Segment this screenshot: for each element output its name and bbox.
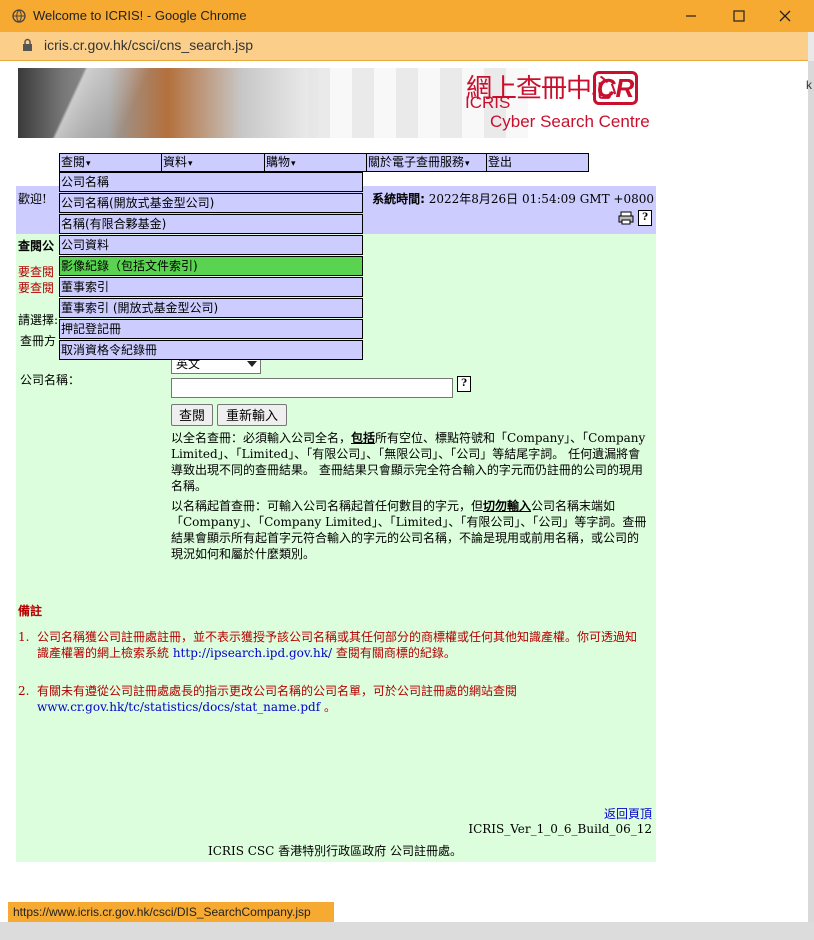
banner-subtitle: Cyber Search Centre <box>490 112 650 131</box>
banner-icris: ICRIS <box>465 93 511 112</box>
remark-number: 1. <box>18 630 30 644</box>
menu-shopping-label: 購物 <box>266 155 291 169</box>
section-title: 查閱公 <box>18 239 55 253</box>
version-text: ICRIS_Ver_1_0_6_Build_06_12 <box>468 822 652 836</box>
background-window <box>808 61 814 940</box>
chevron-down-icon <box>247 361 257 367</box>
background-window-text: k <box>806 78 812 92</box>
stat-name-link[interactable]: www.cr.gov.hk/tc/statistics/docs/stat_na… <box>37 700 320 714</box>
ipsearch-link[interactable]: http://ipsearch.ipd.gov.hk/ <box>173 646 332 660</box>
chevron-down-icon: ▾ <box>188 159 193 169</box>
company-name-input[interactable] <box>171 378 453 398</box>
search-button[interactable]: 查閱 <box>171 404 213 426</box>
system-time-value: 2022年8月26日 01:54:09 GMT +0800 <box>428 192 654 206</box>
window-bottom-edge <box>0 922 814 940</box>
menu-about-label: 關於電子查冊服務 <box>368 155 465 169</box>
chevron-down-icon: ▾ <box>465 159 470 169</box>
welcome-text: 歡迎! <box>18 192 47 206</box>
dropdown-item-director-index-ofc[interactable]: 董事索引 (開放式基金型公司) <box>59 298 363 318</box>
note-emphasis: 包括 <box>351 431 376 445</box>
globe-icon <box>12 9 26 23</box>
remark-text: 。 <box>320 700 336 714</box>
menu-information-label: 資料 <box>163 155 188 169</box>
remark-2: 2. 有關未有遵從公司註冊處處長的指示更改公司名稱的公司名單，可於公司註冊處的網… <box>18 683 648 715</box>
url-text[interactable]: icris.cr.gov.hk/csci/cns_search.jsp <box>44 37 253 53</box>
remark-number: 2. <box>18 684 30 698</box>
choose-label: 請選擇: <box>18 313 59 327</box>
icris-banner: 網上查冊中心 ICRIS Cyber Search Centre CR <box>18 68 661 138</box>
printer-icon[interactable] <box>618 211 634 225</box>
footer-copyright: ICRIS CSC 香港特別行政區政府 公司註冊處。 <box>208 844 462 858</box>
menu-shopping[interactable]: 購物▾ <box>265 154 367 171</box>
chevron-down-icon: ▾ <box>86 159 91 169</box>
system-time: 系統時間: 2022年8月26日 01:54:09 GMT +0800 <box>372 190 654 207</box>
menu-search-label: 查閱 <box>61 155 86 169</box>
remark-1: 1. 公司名稱獲公司註冊處註冊，並不表示獲授予該公司名稱或其任何部分的商標權或任… <box>18 629 648 661</box>
note-text: 以全名查冊：必須輸入公司全名， <box>171 431 352 445</box>
chevron-down-icon: ▾ <box>291 159 296 169</box>
dropdown-item-company-name-ofc[interactable]: 公司名稱(開放式基金型公司) <box>59 193 363 213</box>
window-titlebar: Welcome to ICRIS! - Google Chrome <box>0 0 814 32</box>
note-text: 以名稱起首查冊：可輸入公司名稱起首任何數目的字元，但 <box>171 499 484 513</box>
dropdown-item-image-records[interactable]: 影像紀錄（包括文件索引) <box>59 256 363 276</box>
company-name-label: 公司名稱： <box>20 373 81 387</box>
note-emphasis: 切勿輸入 <box>483 499 532 513</box>
notice-link[interactable]: 要查閱 <box>18 279 54 296</box>
menu-search[interactable]: 查閱▾ <box>60 154 162 171</box>
help-icon[interactable]: ? <box>638 210 652 226</box>
menu-logout-label: 登出 <box>488 155 513 169</box>
lock-icon <box>23 38 32 51</box>
top-menu-bar: 查閱▾ 資料▾ 購物▾ 關於電子查冊服務▾ 登出 <box>59 153 589 172</box>
status-bar-url: https://www.icris.cr.gov.hk/csci/DIS_Sea… <box>8 902 334 922</box>
search-method-label: 查冊方 <box>20 334 57 348</box>
menu-logout[interactable]: 登出 <box>487 154 588 171</box>
minimize-icon[interactable] <box>679 4 703 28</box>
system-time-label: 系統時間: <box>372 192 425 206</box>
close-icon[interactable] <box>773 4 797 28</box>
dropdown-item-company-name[interactable]: 公司名稱 <box>59 172 363 192</box>
full-name-note: 以全名查冊：必須輸入公司全名，包括所有空位、標點符號和「Company」、「Co… <box>171 430 649 494</box>
back-to-top-link[interactable]: 返回頁頂 <box>604 805 652 822</box>
remark-text: 有關未有遵從公司註冊處處長的指示更改公司名稱的公司名單，可於公司註冊處的網站查閱 <box>37 684 518 698</box>
window-title: Welcome to ICRIS! - Google Chrome <box>33 8 247 23</box>
notice-link[interactable]: 要查閱 <box>18 263 54 280</box>
dropdown-item-register-of-charges[interactable]: 押記登記冊 <box>59 319 363 339</box>
dropdown-item-director-index[interactable]: 董事索引 <box>59 277 363 297</box>
help-icon[interactable]: ? <box>457 376 471 392</box>
menu-about[interactable]: 關於電子查冊服務▾ <box>367 154 487 171</box>
remark-text: 查閱有關商標的紀錄。 <box>332 646 456 660</box>
dropdown-item-company-particulars[interactable]: 公司資料 <box>59 235 363 255</box>
remarks-title: 備註 <box>18 604 43 618</box>
dropdown-item-lpf-name[interactable]: 名稱(有限合夥基金) <box>59 214 363 234</box>
prefix-name-note: 以名稱起首查冊：可輸入公司名稱起首任何數目的字元，但切勿輸入公司名稱末端如「Co… <box>171 498 649 562</box>
dropdown-item-disqualification-orders[interactable]: 取消資格令紀錄冊 <box>59 340 363 360</box>
maximize-icon[interactable] <box>727 4 751 28</box>
cr-logo: CR <box>593 71 638 105</box>
menu-information[interactable]: 資料▾ <box>162 154 265 171</box>
reset-button[interactable]: 重新輸入 <box>217 404 287 426</box>
banner-photo <box>18 68 318 138</box>
